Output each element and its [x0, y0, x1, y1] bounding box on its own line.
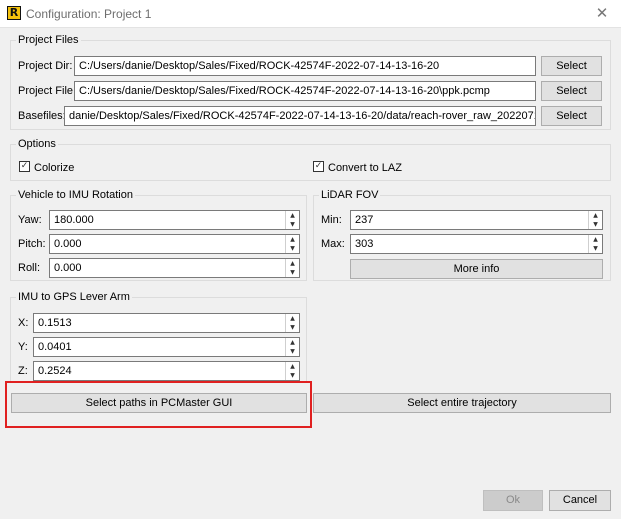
spin-down-icon[interactable]: ▼ — [286, 323, 299, 332]
more-info-button[interactable]: More info — [350, 259, 603, 279]
basefiles-label: Basefiles: — [18, 110, 66, 122]
fov-min-value: 237 — [355, 214, 374, 226]
project-dir-select-button[interactable]: Select — [541, 56, 602, 76]
yaw-spin-buttons[interactable]: ▲ ▼ — [285, 211, 299, 229]
project-file-select-button[interactable]: Select — [541, 81, 602, 101]
yaw-label: Yaw: — [18, 214, 42, 226]
app-logo-icon: R — [7, 6, 21, 20]
lever-x-value: 0.1513 — [38, 317, 72, 329]
roll-spinbox[interactable]: 0.000 ▲ ▼ — [49, 258, 300, 278]
basefiles-field[interactable]: danie/Desktop/Sales/Fixed/ROCK-42574F-20… — [64, 106, 536, 126]
project-file-label: Project File: — [18, 85, 77, 97]
colorize-label: Colorize — [34, 162, 75, 174]
fov-min-spin-buttons[interactable]: ▲ ▼ — [588, 211, 602, 229]
fov-min-label: Min: — [321, 214, 342, 226]
project-dir-label: Project Dir: — [18, 60, 73, 72]
lever-x-spin-buttons[interactable]: ▲ ▼ — [285, 314, 299, 332]
cancel-button[interactable]: Cancel — [549, 490, 611, 511]
basefiles-select-button[interactable]: Select — [541, 106, 602, 126]
fov-max-label: Max: — [321, 238, 345, 250]
lever-z-spin-buttons[interactable]: ▲ ▼ — [285, 362, 299, 380]
options-group — [10, 144, 611, 181]
roll-spin-buttons[interactable]: ▲ ▼ — [285, 259, 299, 277]
colorize-checkbox[interactable]: ✓ — [19, 161, 30, 172]
project-dir-field[interactable]: C:/Users/danie/Desktop/Sales/Fixed/ROCK-… — [74, 56, 536, 76]
fov-max-spin-buttons[interactable]: ▲ ▼ — [588, 235, 602, 253]
spin-up-icon[interactable]: ▲ — [286, 259, 299, 268]
spin-up-icon[interactable]: ▲ — [589, 235, 602, 244]
lidar-fov-title: LiDAR FOV — [319, 189, 381, 201]
lever-arm-title: IMU to GPS Lever Arm — [16, 291, 132, 303]
roll-value: 0.000 — [54, 262, 82, 274]
lever-y-spinbox[interactable]: 0.0401 ▲ ▼ — [33, 337, 300, 357]
spin-down-icon[interactable]: ▼ — [286, 371, 299, 380]
yaw-spinbox[interactable]: 180.000 ▲ ▼ — [49, 210, 300, 230]
options-title: Options — [16, 138, 58, 150]
close-icon[interactable]: ✕ — [591, 3, 613, 23]
imu-rotation-title: Vehicle to IMU Rotation — [16, 189, 135, 201]
spin-down-icon[interactable]: ▼ — [286, 220, 299, 229]
lever-x-spinbox[interactable]: 0.1513 ▲ ▼ — [33, 313, 300, 333]
spin-down-icon[interactable]: ▼ — [286, 244, 299, 253]
highlight-annotation — [5, 381, 312, 428]
roll-label: Roll: — [18, 262, 41, 274]
yaw-value: 180.000 — [54, 214, 94, 226]
project-files-title: Project Files — [16, 34, 81, 46]
lever-y-label: Y: — [18, 341, 28, 353]
spin-up-icon[interactable]: ▲ — [286, 338, 299, 347]
lever-x-label: X: — [18, 317, 29, 329]
project-file-field[interactable]: C:/Users/danie/Desktop/Sales/Fixed/ROCK-… — [74, 81, 536, 101]
convert-laz-checkbox[interactable]: ✓ — [313, 161, 324, 172]
spin-down-icon[interactable]: ▼ — [286, 268, 299, 277]
fov-min-spinbox[interactable]: 237 ▲ ▼ — [350, 210, 603, 230]
spin-up-icon[interactable]: ▲ — [286, 314, 299, 323]
spin-up-icon[interactable]: ▲ — [286, 362, 299, 371]
spin-up-icon[interactable]: ▲ — [286, 211, 299, 220]
window-title: Configuration: Project 1 — [26, 7, 152, 21]
spin-up-icon[interactable]: ▲ — [589, 211, 602, 220]
select-trajectory-button[interactable]: Select entire trajectory — [313, 393, 611, 413]
title-bar: R Configuration: Project 1 ✕ — [0, 0, 621, 28]
spin-down-icon[interactable]: ▼ — [286, 347, 299, 356]
lever-z-spinbox[interactable]: 0.2524 ▲ ▼ — [33, 361, 300, 381]
lever-y-spin-buttons[interactable]: ▲ ▼ — [285, 338, 299, 356]
ok-button[interactable]: Ok — [483, 490, 543, 511]
spin-down-icon[interactable]: ▼ — [589, 220, 602, 229]
pitch-spin-buttons[interactable]: ▲ ▼ — [285, 235, 299, 253]
spin-down-icon[interactable]: ▼ — [589, 244, 602, 253]
pitch-value: 0.000 — [54, 238, 82, 250]
fov-max-value: 303 — [355, 238, 374, 250]
convert-laz-label: Convert to LAZ — [328, 162, 402, 174]
pitch-spinbox[interactable]: 0.000 ▲ ▼ — [49, 234, 300, 254]
fov-max-spinbox[interactable]: 303 ▲ ▼ — [350, 234, 603, 254]
pitch-label: Pitch: — [18, 238, 46, 250]
spin-up-icon[interactable]: ▲ — [286, 235, 299, 244]
lever-z-label: Z: — [18, 365, 28, 377]
lever-z-value: 0.2524 — [38, 365, 72, 377]
lever-y-value: 0.0401 — [38, 341, 72, 353]
